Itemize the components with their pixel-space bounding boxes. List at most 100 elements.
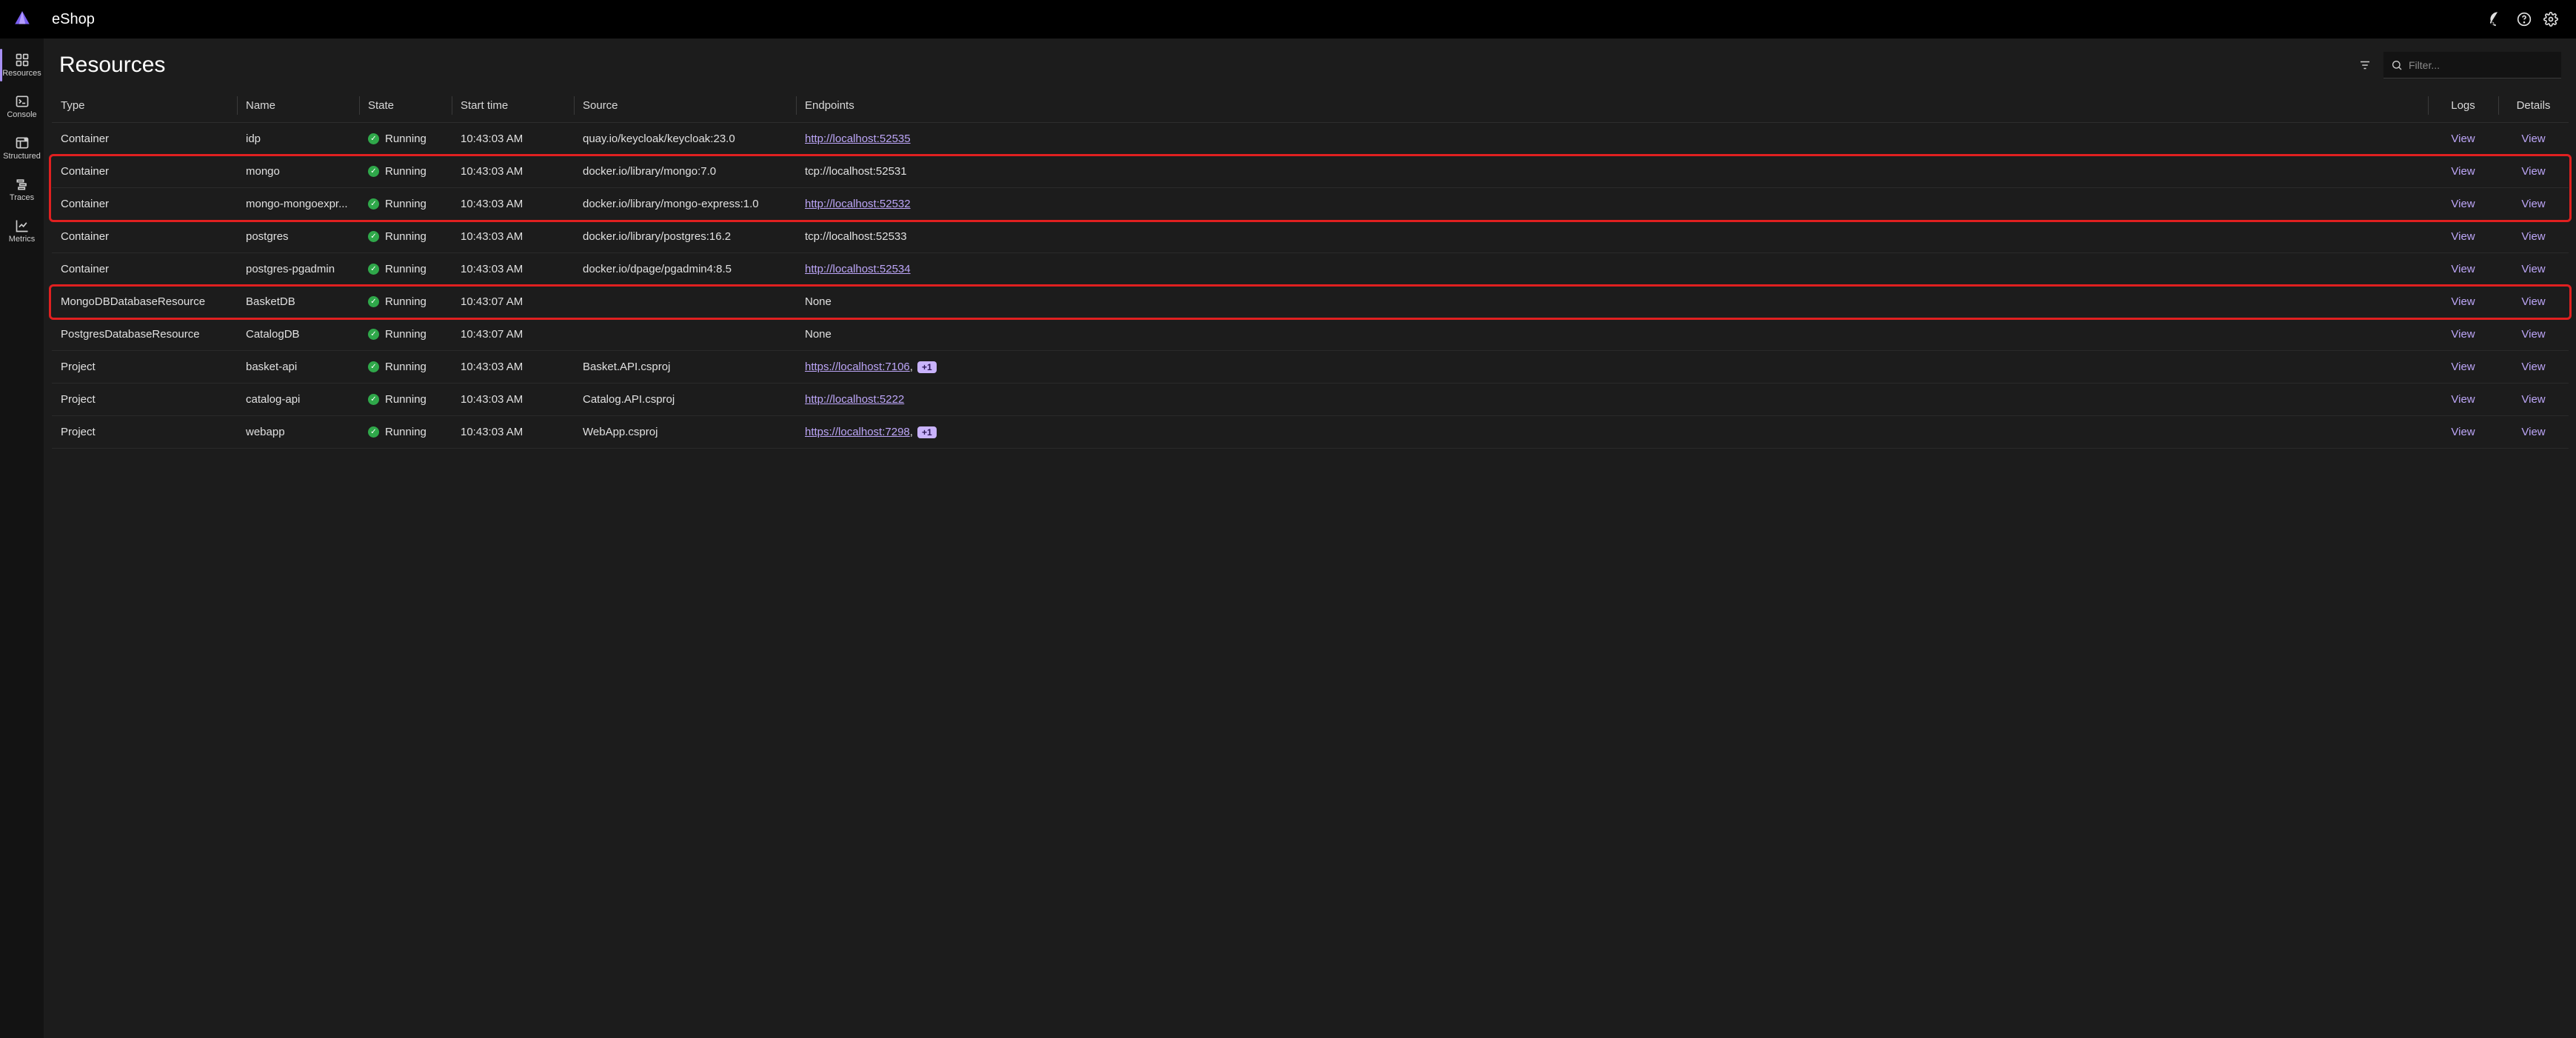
cell-details: View <box>2498 384 2569 416</box>
col-state[interactable]: State <box>359 89 452 123</box>
cell-start: 10:43:07 AM <box>452 318 574 351</box>
cell-logs: View <box>2428 221 2498 253</box>
table-row[interactable]: Projectbasket-api✓Running10:43:03 AMBask… <box>52 351 2569 384</box>
details-view-link[interactable]: View <box>2521 198 2545 210</box>
table-row[interactable]: Containerpostgres-pgadmin✓Running10:43:0… <box>52 253 2569 286</box>
cell-endpoints: https://localhost:7298, +1 <box>796 416 2428 449</box>
sidebar: ResourcesConsoleStructuredTracesMetrics <box>0 38 44 1038</box>
col-logs[interactable]: Logs <box>2428 89 2498 123</box>
page-title: Resources <box>59 53 165 78</box>
source-text: docker.io/library/mongo:7.0 <box>583 165 716 178</box>
main-content: Resources Type Name State Start time Sou <box>44 38 2576 1038</box>
table-row[interactable]: Containermongo✓Running10:43:03 AMdocker.… <box>52 155 2569 188</box>
github-icon[interactable] <box>2486 7 2509 31</box>
cell-name: catalog-api <box>237 384 359 416</box>
col-name[interactable]: Name <box>237 89 359 123</box>
cell-logs: View <box>2428 318 2498 351</box>
endpoint-link[interactable]: http://localhost:52532 <box>805 198 911 210</box>
start-text: 10:43:03 AM <box>461 393 523 406</box>
filter-icon[interactable] <box>2352 53 2378 78</box>
endpoint-extra-badge[interactable]: +1 <box>917 361 937 373</box>
cell-name: mongo <box>237 155 359 188</box>
col-source[interactable]: Source <box>574 89 796 123</box>
state-text: Running <box>385 263 426 275</box>
table-row[interactable]: Containermongo-mongoexpr...✓Running10:43… <box>52 188 2569 221</box>
cell-start: 10:43:03 AM <box>452 384 574 416</box>
nav-item-metrics[interactable]: Metrics <box>0 210 44 252</box>
cell-start: 10:43:03 AM <box>452 253 574 286</box>
source-text: Basket.API.csproj <box>583 361 670 373</box>
cell-name: basket-api <box>237 351 359 384</box>
nav-item-structured[interactable]: Structured <box>0 127 44 169</box>
cell-state: ✓Running <box>359 221 452 253</box>
nav-item-resources[interactable]: Resources <box>0 44 44 86</box>
cell-logs: View <box>2428 416 2498 449</box>
logs-view-link[interactable]: View <box>2451 295 2475 308</box>
cell-state: ✓Running <box>359 384 452 416</box>
status-running-icon: ✓ <box>368 231 379 242</box>
logs-view-link[interactable]: View <box>2451 393 2475 406</box>
status-running-icon: ✓ <box>368 264 379 275</box>
col-endpoints[interactable]: Endpoints <box>796 89 2428 123</box>
table-row[interactable]: Containerpostgres✓Running10:43:03 AMdock… <box>52 221 2569 253</box>
endpoint-link[interactable]: https://localhost:7106 <box>805 361 910 373</box>
cell-start: 10:43:03 AM <box>452 221 574 253</box>
table-row[interactable]: Projectcatalog-api✓Running10:43:03 AMCat… <box>52 384 2569 416</box>
col-start[interactable]: Start time <box>452 89 574 123</box>
logs-view-link[interactable]: View <box>2451 263 2475 275</box>
cell-logs: View <box>2428 286 2498 318</box>
start-text: 10:43:07 AM <box>461 295 523 308</box>
logs-view-link[interactable]: View <box>2451 198 2475 210</box>
details-view-link[interactable]: View <box>2521 263 2545 275</box>
start-text: 10:43:03 AM <box>461 198 523 210</box>
status-running-icon: ✓ <box>368 426 379 438</box>
table-row[interactable]: Containeridp✓Running10:43:03 AMquay.io/k… <box>52 123 2569 155</box>
logs-view-link[interactable]: View <box>2451 230 2475 243</box>
endpoint-extra-badge[interactable]: +1 <box>917 426 937 438</box>
help-icon[interactable] <box>2512 7 2536 31</box>
cell-start: 10:43:03 AM <box>452 123 574 155</box>
state-text: Running <box>385 165 426 178</box>
endpoint-suffix: , <box>910 426 913 438</box>
state-text: Running <box>385 295 426 308</box>
logs-view-link[interactable]: View <box>2451 426 2475 438</box>
details-view-link[interactable]: View <box>2521 328 2545 341</box>
endpoint-link[interactable]: http://localhost:52534 <box>805 263 911 275</box>
table-row[interactable]: PostgresDatabaseResourceCatalogDB✓Runnin… <box>52 318 2569 351</box>
state-text: Running <box>385 393 426 406</box>
type-text: Project <box>61 426 96 438</box>
details-view-link[interactable]: View <box>2521 426 2545 438</box>
state-text: Running <box>385 328 426 341</box>
cell-type: Project <box>52 384 237 416</box>
logs-view-link[interactable]: View <box>2451 133 2475 145</box>
name-text: idp <box>246 133 261 145</box>
search-box[interactable] <box>2383 52 2561 78</box>
endpoint-link[interactable]: http://localhost:52535 <box>805 133 911 145</box>
logs-view-link[interactable]: View <box>2451 328 2475 341</box>
logs-view-link[interactable]: View <box>2451 165 2475 178</box>
col-type[interactable]: Type <box>52 89 237 123</box>
source-text: WebApp.csproj <box>583 426 658 438</box>
state-text: Running <box>385 361 426 373</box>
endpoint-link[interactable]: http://localhost:5222 <box>805 393 904 406</box>
col-details[interactable]: Details <box>2498 89 2569 123</box>
logs-view-link[interactable]: View <box>2451 361 2475 373</box>
details-view-link[interactable]: View <box>2521 361 2545 373</box>
table-row[interactable]: Projectwebapp✓Running10:43:03 AMWebApp.c… <box>52 416 2569 449</box>
details-view-link[interactable]: View <box>2521 393 2545 406</box>
endpoint-link[interactable]: https://localhost:7298 <box>805 426 910 438</box>
details-view-link[interactable]: View <box>2521 165 2545 178</box>
table-row[interactable]: MongoDBDatabaseResourceBasketDB✓Running1… <box>52 286 2569 318</box>
details-view-link[interactable]: View <box>2521 295 2545 308</box>
details-view-link[interactable]: View <box>2521 133 2545 145</box>
type-text: Container <box>61 263 109 275</box>
details-view-link[interactable]: View <box>2521 230 2545 243</box>
search-input[interactable] <box>2409 59 2542 71</box>
cell-source: docker.io/dpage/pgadmin4:8.5 <box>574 253 796 286</box>
nav-item-console[interactable]: Console <box>0 86 44 127</box>
nav-item-traces[interactable]: Traces <box>0 169 44 210</box>
cell-source <box>574 318 796 351</box>
status-running-icon: ✓ <box>368 361 379 372</box>
cell-details: View <box>2498 221 2569 253</box>
gear-icon[interactable] <box>2539 7 2563 31</box>
